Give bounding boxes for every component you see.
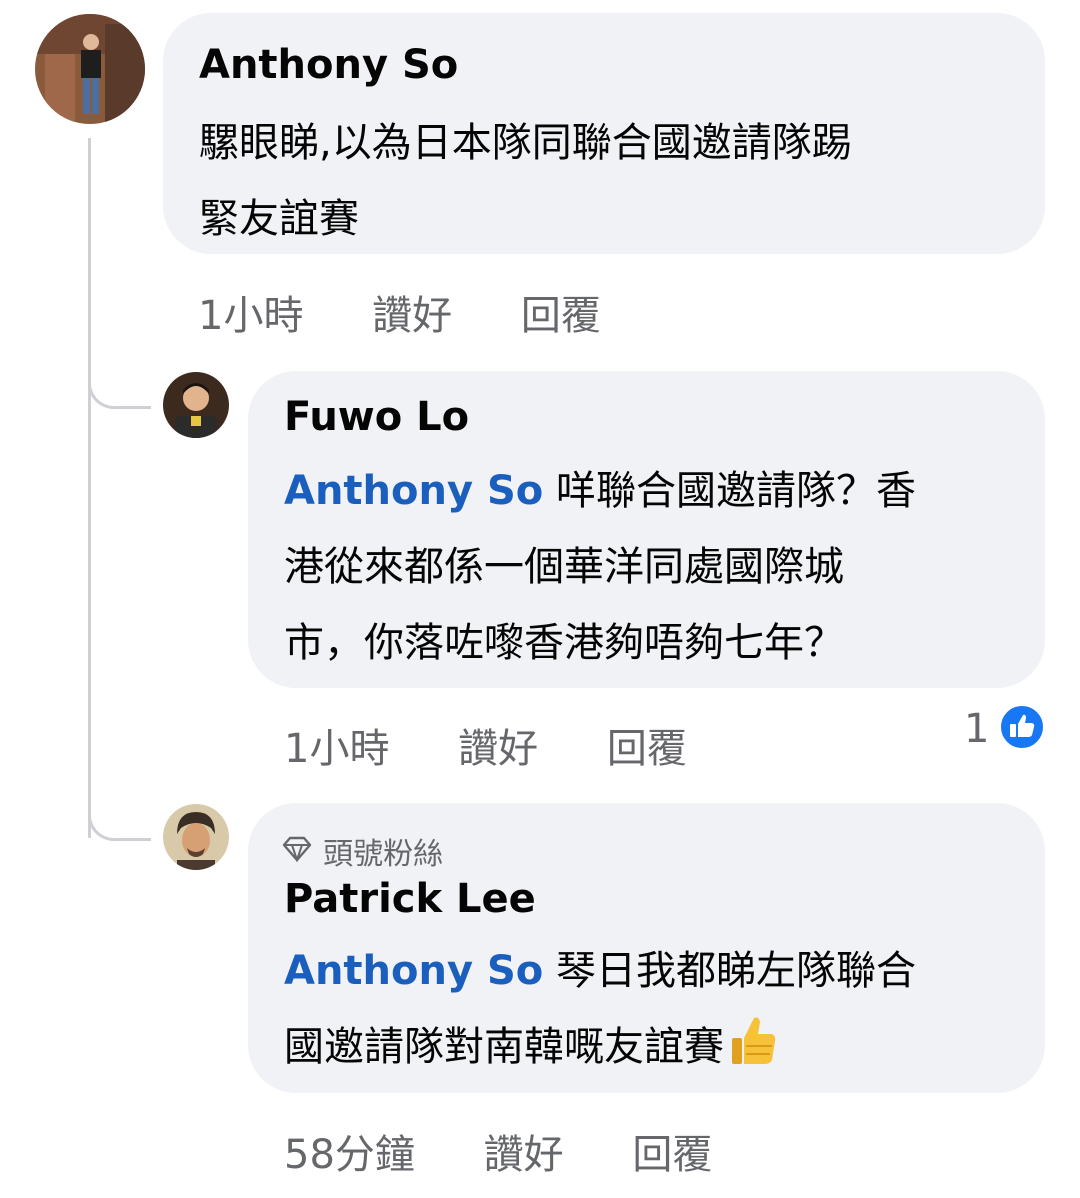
thread-connector — [88, 370, 151, 409]
comment-author[interactable]: Patrick Lee — [284, 875, 536, 923]
thread-line — [88, 138, 91, 838]
mention-link[interactable]: Anthony So — [284, 468, 543, 514]
comment-actions: 58分鐘 讚好 回覆 — [284, 1122, 712, 1180]
comment-author[interactable]: Anthony So — [199, 41, 458, 89]
comment-actions: 1小時 讚好 回覆 — [284, 716, 687, 774]
comment-text: 騾眼睇,以為日本隊同聯合國邀請隊踢 緊友誼賽 — [199, 105, 852, 257]
comment-text-line: 咩聯合國邀請隊？香 — [543, 468, 916, 514]
comment-text-line: 港從來都係一個華洋同處國際城 — [284, 544, 844, 590]
comment-text: Anthony So 咩聯合國邀請隊？香 港從來都係一個華洋同處國際城 市，你落… — [284, 453, 1024, 681]
top-fan-badge: 頭號粉絲 — [282, 829, 443, 873]
diamond-icon — [282, 836, 312, 866]
avatar[interactable] — [35, 14, 145, 124]
comment-text-line: 緊友誼賽 — [199, 196, 359, 242]
reply-button[interactable]: 回覆 — [607, 716, 687, 774]
comment-actions: 1小時 讚好 回覆 — [198, 283, 601, 341]
comment-text-line: 國邀請隊對南韓嘅友誼賽 — [284, 1024, 724, 1070]
like-thumb-icon — [998, 704, 1045, 754]
avatar[interactable] — [163, 804, 229, 870]
comment-timestamp[interactable]: 58分鐘 — [284, 1122, 415, 1180]
like-button[interactable]: 讚好 — [458, 716, 538, 774]
comment-author[interactable]: Fuwo Lo — [284, 393, 469, 441]
badge-label: 頭號粉絲 — [323, 837, 444, 872]
comment-timestamp[interactable]: 1小時 — [198, 283, 303, 341]
thumbs-up-emoji-icon — [728, 1014, 778, 1093]
reaction-summary[interactable]: 1 — [964, 704, 1045, 752]
thread-connector — [88, 800, 151, 841]
reply-button[interactable]: 回覆 — [632, 1122, 712, 1180]
comment-bubble: Fuwo Lo Anthony So 咩聯合國邀請隊？香 港從來都係一個華洋同處… — [248, 371, 1045, 688]
comment-text-line: 琴日我都睇左隊聯合 — [543, 948, 916, 994]
reaction-count: 1 — [964, 706, 990, 752]
comment-timestamp[interactable]: 1小時 — [284, 716, 389, 774]
like-button[interactable]: 讚好 — [372, 283, 452, 341]
mention-link[interactable]: Anthony So — [284, 948, 543, 994]
comment-text: Anthony So 琴日我都睇左隊聯合 國邀請隊對南韓嘅友誼賽 — [284, 933, 1024, 1093]
comment-bubble: Anthony So 騾眼睇,以為日本隊同聯合國邀請隊踢 緊友誼賽 — [163, 13, 1045, 254]
comment-bubble: 頭號粉絲 Patrick Lee Anthony So 琴日我都睇左隊聯合 國邀… — [248, 803, 1045, 1093]
comment-text-line: 市，你落咗嚟香港夠唔夠七年？ — [284, 620, 844, 666]
reply-button[interactable]: 回覆 — [521, 283, 601, 341]
avatar[interactable] — [163, 372, 229, 438]
like-button[interactable]: 讚好 — [484, 1122, 564, 1180]
comment-text-line: 騾眼睇,以為日本隊同聯合國邀請隊踢 — [199, 120, 852, 166]
